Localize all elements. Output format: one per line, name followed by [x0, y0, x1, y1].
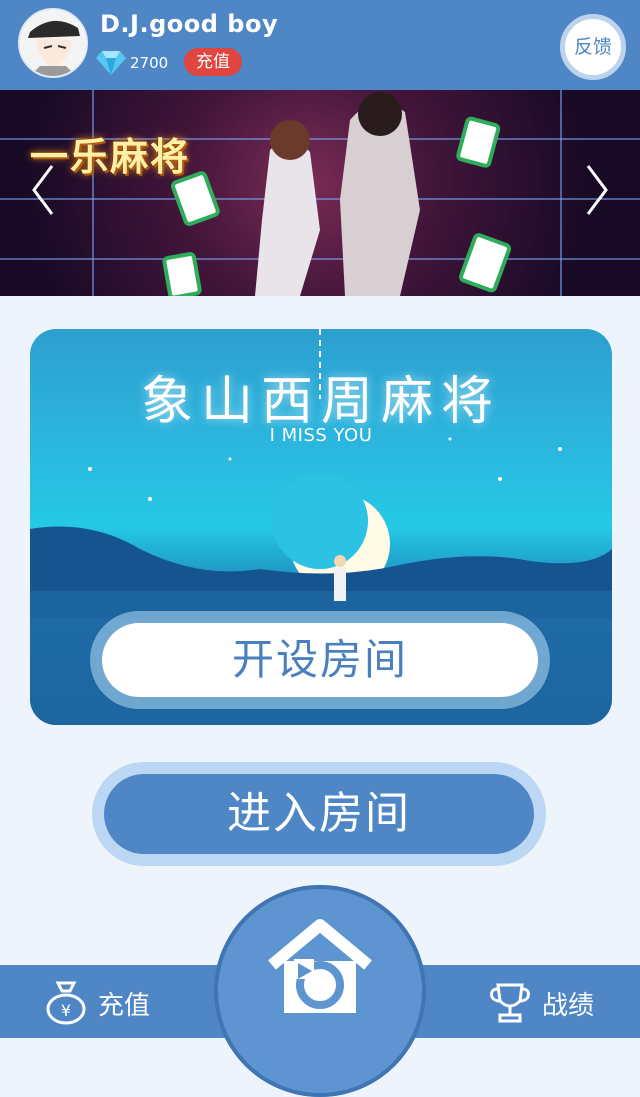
recharge-button[interactable]: 充值: [184, 48, 242, 76]
nav-record-label: 战绩: [542, 991, 595, 1021]
trophy-icon: [490, 983, 530, 1023]
game-title: 象山西周麻将: [140, 372, 501, 432]
nav-recharge[interactable]: ¥ 充值: [44, 965, 174, 1038]
svg-text:¥: ¥: [61, 1001, 71, 1020]
feedback-button[interactable]: 反馈: [560, 14, 626, 80]
chevron-left-icon[interactable]: [28, 160, 58, 220]
avatar[interactable]: [18, 8, 88, 78]
username: D.J.good boy: [100, 10, 279, 38]
diamond-icon: [96, 51, 126, 75]
enter-room-label: 进入房间: [104, 774, 534, 854]
create-room-label: 开设房间: [102, 623, 538, 697]
money-bag-icon: ¥: [46, 981, 86, 1025]
game-card[interactable]: 象山西周麻将 I MISS YOU 开设房间: [30, 329, 612, 725]
home-button[interactable]: [214, 885, 426, 1097]
enter-room-button[interactable]: 进入房间: [92, 762, 546, 866]
nav-record[interactable]: 战绩: [488, 965, 618, 1038]
nav-recharge-label: 充值: [98, 991, 151, 1021]
create-room-button[interactable]: 开设房间: [90, 611, 550, 709]
game-subtitle: I MISS YOU: [269, 425, 373, 446]
top-header: D.J.good boy 2700 充值 反馈: [0, 0, 640, 90]
home-refresh-icon: [268, 919, 372, 1013]
banner-illustration: [162, 92, 512, 296]
chevron-right-icon[interactable]: [582, 160, 612, 220]
avatar-image: [20, 10, 86, 76]
diamond-count: 2700: [130, 54, 169, 72]
promo-banner[interactable]: 一乐麻将: [0, 90, 640, 296]
